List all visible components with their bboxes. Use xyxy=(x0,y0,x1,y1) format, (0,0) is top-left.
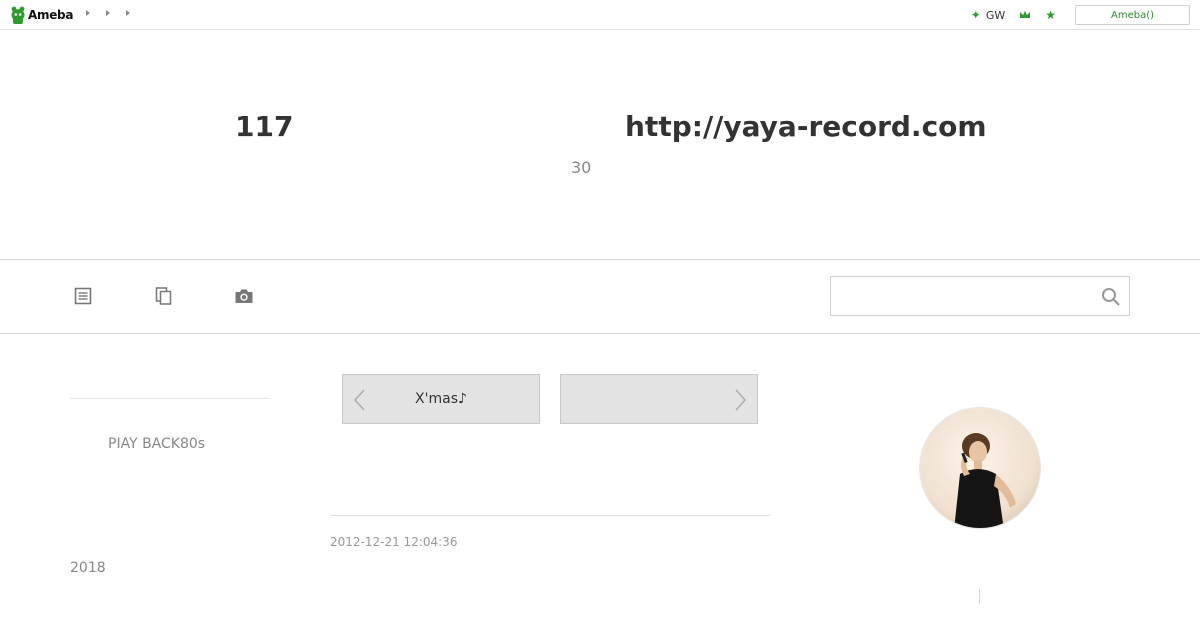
chevron-right-icon xyxy=(735,389,746,411)
entry-list-icon[interactable] xyxy=(73,286,93,306)
star-link[interactable]: ★ xyxy=(1045,9,1061,21)
global-header: Ameba ✦ GW ★ Ameba() xyxy=(0,0,1200,30)
blog-title-left[interactable]: 117 xyxy=(235,110,293,143)
blog-header: 117 http://yaya-record.com 30 xyxy=(0,30,1200,259)
search-input[interactable] xyxy=(831,277,1091,315)
sidebar-divider xyxy=(70,398,270,399)
crown-link[interactable] xyxy=(1019,10,1031,20)
theme-list-icon[interactable] xyxy=(154,286,174,306)
crown-icon xyxy=(1020,11,1031,18)
search-box xyxy=(830,276,1130,316)
gw-label: GW xyxy=(985,8,1006,22)
prev-entry-label: X'mas♪ xyxy=(415,391,467,407)
search-icon[interactable] xyxy=(1101,287,1121,307)
header-right: ✦ GW ★ Ameba() xyxy=(971,5,1190,25)
ameba-logo[interactable]: Ameba xyxy=(10,5,73,25)
sparkle-icon: ✦ xyxy=(970,8,981,22)
prev-entry-button[interactable]: X'mas♪ xyxy=(342,374,540,424)
chevron-left-icon xyxy=(354,389,365,411)
blog-title-url[interactable]: http://yaya-record.com xyxy=(625,110,987,143)
blog-nav xyxy=(0,259,1200,334)
photo-icon[interactable] xyxy=(234,286,254,306)
logo-text: Ameba xyxy=(28,8,74,22)
gw-link[interactable]: ✦ GW xyxy=(971,9,1005,22)
next-entry-button[interactable] xyxy=(560,374,758,424)
archive-year[interactable]: 2018 xyxy=(70,560,106,576)
breadcrumb-arrow-icon[interactable] xyxy=(86,10,90,16)
ameba-mascot-icon xyxy=(11,6,25,24)
sidebar-divider-tick xyxy=(979,589,980,604)
article-divider xyxy=(330,515,770,516)
star-icon: ★ xyxy=(1045,8,1056,22)
post-date: 2012-12-21 12:04:36 xyxy=(330,535,458,549)
breadcrumb-arrow-icon[interactable] xyxy=(126,10,130,16)
breadcrumb-arrow-icon[interactable] xyxy=(106,10,110,16)
profile-avatar[interactable] xyxy=(919,407,1041,529)
blog-subtitle: 30 xyxy=(571,158,592,177)
sidebar-item-playback[interactable]: PIAY BACK80s xyxy=(108,436,205,452)
profile-photo xyxy=(920,408,1040,528)
ameba-login-button[interactable]: Ameba() xyxy=(1075,5,1190,25)
